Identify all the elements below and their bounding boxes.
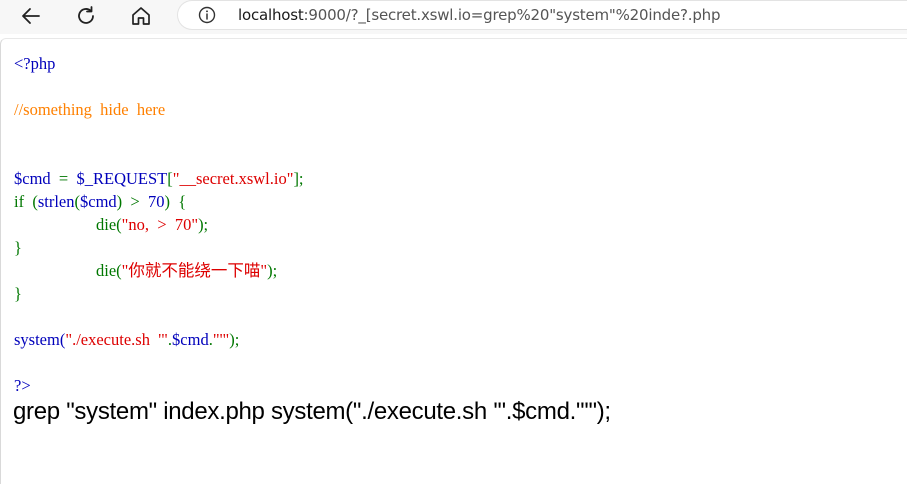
reload-icon <box>78 6 94 24</box>
url-path: :9000/?_[secret.xswl.io=grep%20"system"%… <box>303 6 721 24</box>
code-line-php-open: <?php <box>14 54 56 73</box>
back-arrow-icon <box>22 8 40 24</box>
browser-toolbar: localhost:9000/?_[secret.xswl.io=grep%20… <box>0 0 907 34</box>
address-bar[interactable]: localhost:9000/?_[secret.xswl.io=grep%20… <box>177 0 907 30</box>
code-line-comment: //something hide here <box>14 100 166 119</box>
code-line-if: if (strlen($cmd) > 70) { <box>14 192 187 211</box>
home-icon <box>132 7 150 25</box>
url-text[interactable]: localhost:9000/?_[secret.xswl.io=grep%20… <box>238 6 720 24</box>
home-button[interactable] <box>125 2 157 30</box>
command-output: grep "system" index.php system("./execut… <box>13 398 611 425</box>
code-line-php-close: ?> <box>14 376 31 395</box>
reload-button[interactable] <box>70 2 102 30</box>
code-line-brace-close-2: } <box>14 284 22 303</box>
back-button[interactable] <box>15 2 47 30</box>
url-host: localhost <box>238 6 304 24</box>
code-line-brace-close-1: } <box>14 238 22 257</box>
info-icon[interactable] <box>198 6 216 24</box>
code-line-system: system("./execute.sh '".$cmd."'"); <box>14 330 240 349</box>
code-line-die-cn: die("你就不能绕一下喵"); <box>96 261 278 280</box>
code-line-die-no: die("no, > 70"); <box>96 215 209 234</box>
code-line-cmd-assign: $cmd = $_REQUEST["__secret.xswl.io"]; <box>14 169 304 188</box>
